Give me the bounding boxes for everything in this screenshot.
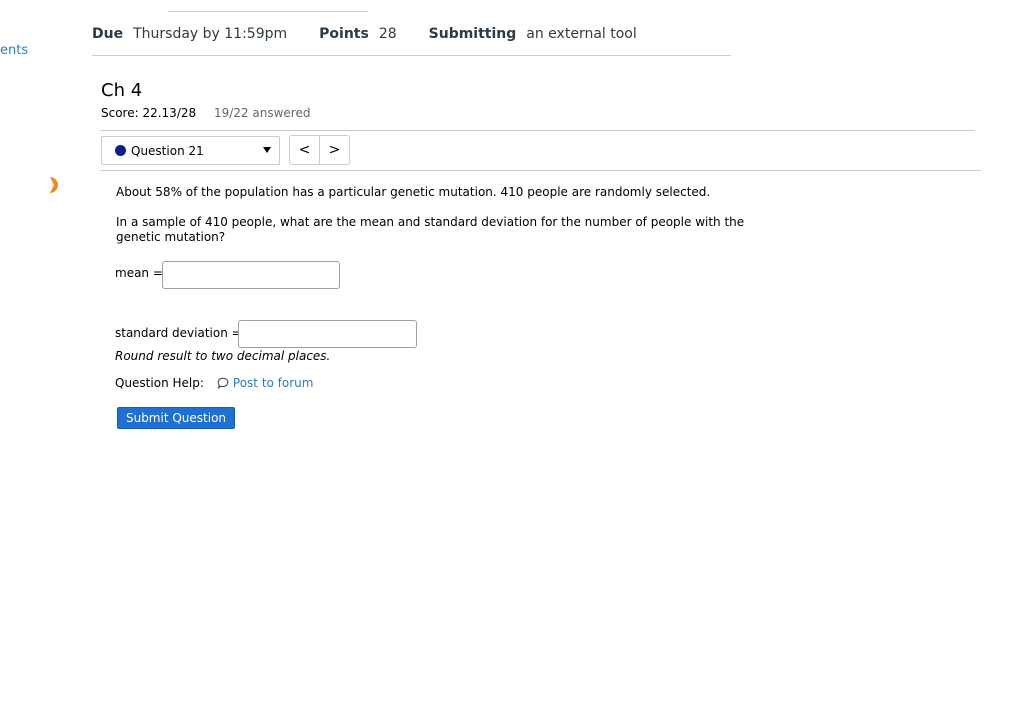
question-text: About 58% of the population has a partic… [116, 185, 711, 199]
due-label: Due [92, 26, 124, 42]
next-question-button[interactable]: > [319, 136, 349, 164]
question-help: Question Help: Post to forum [115, 376, 313, 390]
chat-bubble-icon [217, 377, 229, 389]
post-to-forum-link[interactable]: Post to forum [233, 376, 314, 390]
submitting-value: an external tool [526, 26, 637, 42]
resize-handle-icon[interactable] [48, 177, 61, 193]
points-label: Points [319, 26, 369, 42]
quiz-title: Ch 4 [101, 80, 143, 101]
divider [100, 170, 981, 171]
score-text: Score: 22.13/28 [101, 106, 197, 120]
rounding-note: Round result to two decimal places. [115, 349, 331, 363]
question-prompt: In a sample of 410 people, what are the … [116, 215, 745, 244]
caret-down-icon [263, 147, 271, 153]
question-select[interactable]: Question 21 [101, 136, 280, 165]
due-value: Thursday by 11:59pm [133, 26, 288, 42]
question-nav: < > [289, 135, 350, 165]
mean-label: mean = [115, 266, 163, 280]
submit-question-button[interactable]: Submit Question [117, 407, 235, 429]
submitting-label: Submitting [428, 26, 517, 42]
question-select-label: Question 21 [131, 143, 204, 158]
status-dot-icon [115, 145, 126, 156]
previous-question-button[interactable]: < [290, 136, 319, 164]
divider [100, 130, 975, 131]
meta-divider [92, 55, 731, 56]
standard-deviation-input[interactable] [238, 320, 417, 348]
score-row: Score: 22.13/28 19/22 answered [101, 106, 310, 120]
assignment-meta: Due Thursday by 11:59pm Points 28 Submit… [92, 24, 637, 44]
sd-label: standard deviation = [115, 326, 242, 340]
points-value: 28 [378, 26, 397, 42]
mean-input[interactable] [162, 261, 340, 289]
answered-count: 19/22 answered [213, 106, 311, 120]
question-help-label: Question Help: [115, 376, 204, 390]
top-divider [168, 11, 368, 12]
sidebar-item-assignments[interactable]: ents [0, 43, 28, 58]
